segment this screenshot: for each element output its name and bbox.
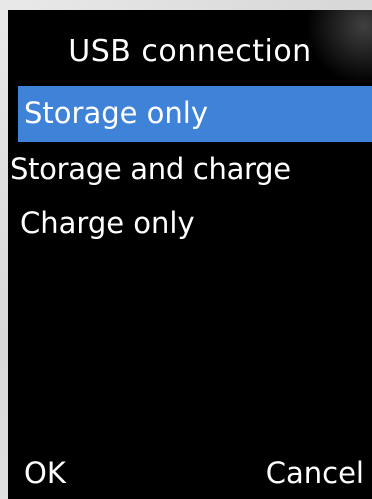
softkey-bar: OK Cancel <box>8 453 372 493</box>
ok-softkey[interactable]: OK <box>24 453 66 493</box>
menu-item-storage-and-charge[interactable]: Storage and charge <box>8 142 372 196</box>
menu-item-storage-only[interactable]: Storage only <box>18 86 372 142</box>
screen-title: USB connection <box>68 34 312 69</box>
cancel-softkey[interactable]: Cancel <box>266 453 364 493</box>
usb-mode-menu: Storage only Storage and charge Charge o… <box>8 86 372 250</box>
menu-item-charge-only[interactable]: Charge only <box>8 196 372 250</box>
phone-screen: USB connection Storage only Storage and … <box>8 10 372 499</box>
